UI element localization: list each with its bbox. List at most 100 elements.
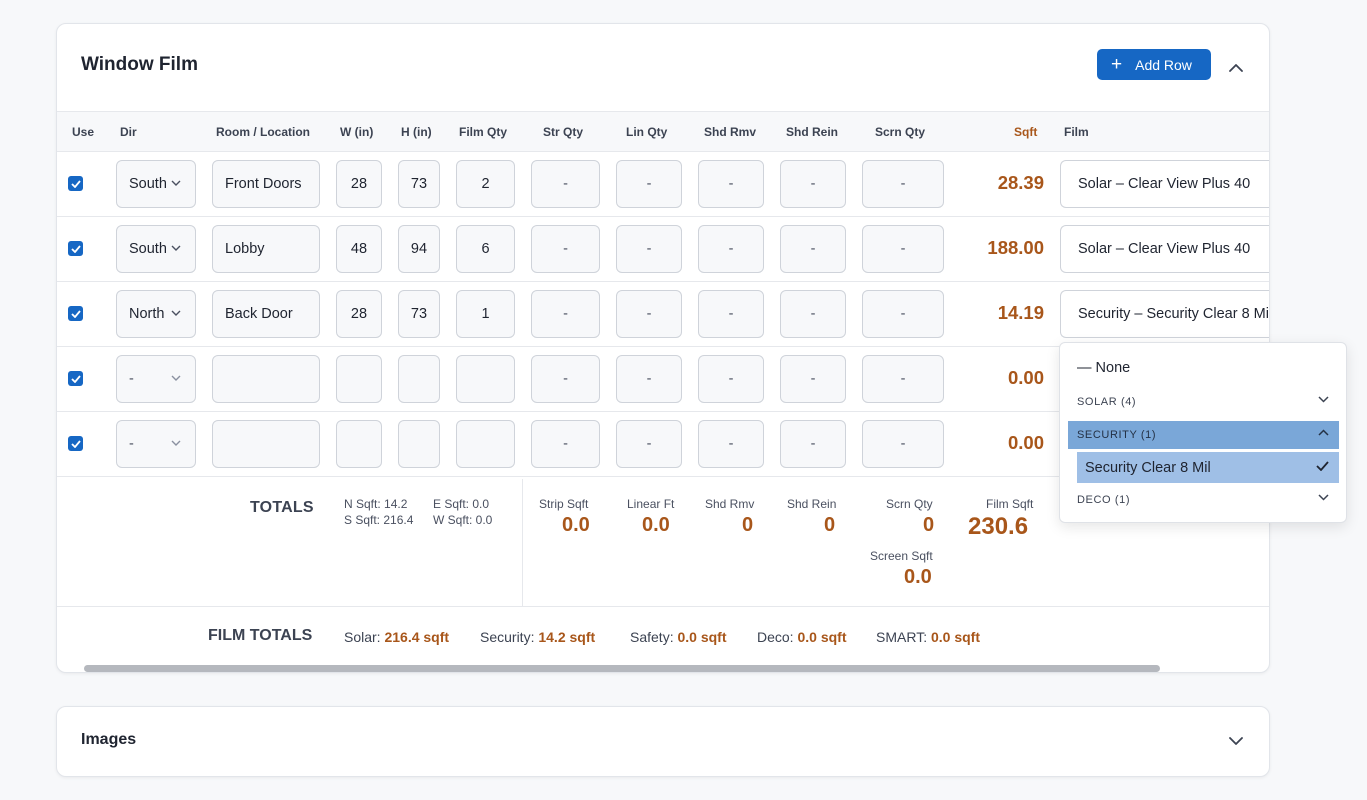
film-totals-section: FILM TOTALS Solar: 216.4 sqft Security: … <box>57 608 1269 668</box>
lin-qty-input[interactable]: - <box>616 160 682 208</box>
use-checkbox[interactable] <box>68 306 83 321</box>
room-input[interactable]: Lobby <box>212 225 320 273</box>
horizontal-scrollbar[interactable] <box>84 665 1160 672</box>
film-qty-input[interactable]: 2 <box>456 160 515 208</box>
film-qty-input[interactable]: 1 <box>456 290 515 338</box>
scrn-qty-input[interactable]: - <box>862 225 944 273</box>
film-qty-input[interactable]: 6 <box>456 225 515 273</box>
smart-total-label: SMART: <box>876 629 928 645</box>
dropdown-group-solar[interactable]: SOLAR (4) <box>1068 388 1339 416</box>
col-header-str-qty: Str Qty <box>543 125 584 139</box>
collapse-window-film-button[interactable] <box>1226 57 1246 77</box>
use-checkbox[interactable] <box>68 436 83 451</box>
lin-qty-input[interactable]: - <box>616 225 682 273</box>
check-icon <box>70 439 81 448</box>
use-checkbox[interactable] <box>68 371 83 386</box>
shd-rein-input[interactable]: - <box>780 225 846 273</box>
col-header-sqft: Sqft <box>1014 125 1038 139</box>
add-row-button[interactable]: + Add Row <box>1097 49 1211 80</box>
height-input[interactable]: 94 <box>398 225 440 273</box>
str-qty-input[interactable]: - <box>531 355 600 403</box>
dir-select[interactable]: - <box>116 420 196 468</box>
height-input[interactable]: 73 <box>398 290 440 338</box>
str-qty-input[interactable]: - <box>531 225 600 273</box>
shd-rein-input[interactable]: - <box>780 420 846 468</box>
shd-rein-input[interactable]: - <box>780 160 846 208</box>
room-input[interactable] <box>212 420 320 468</box>
col-header-room: Room / Location <box>216 125 310 139</box>
dropdown-group-security[interactable]: SECURITY (1) <box>1068 421 1339 449</box>
scrn-qty-input[interactable]: - <box>862 420 944 468</box>
dir-select[interactable]: North <box>116 290 196 338</box>
width-input[interactable] <box>336 420 382 468</box>
totals-title: TOTALS <box>250 499 314 516</box>
chevron-up-icon <box>1318 429 1329 436</box>
lin-qty-input[interactable]: - <box>616 355 682 403</box>
deco-total-label: Deco: <box>757 629 794 645</box>
shd-rein-input[interactable]: - <box>780 290 846 338</box>
strip-sqft-value: 0.0 <box>562 514 590 536</box>
table-row: South Lobby 48 94 6 - - - - - 188.00 Sol… <box>57 217 1269 282</box>
row-sqft: 0.00 <box>1007 432 1044 453</box>
room-input[interactable]: Back Door <box>212 290 320 338</box>
chevron-down-icon <box>171 375 181 381</box>
scrn-qty-input[interactable]: - <box>862 355 944 403</box>
col-header-shd-rein: Shd Rein <box>786 125 839 139</box>
row-sqft: 0.00 <box>1007 367 1044 388</box>
shd-rein-input[interactable]: - <box>780 355 846 403</box>
shd-rmv-total-label: Shd Rmv <box>705 497 755 511</box>
dir-select[interactable]: South <box>116 160 196 208</box>
shd-rmv-input[interactable]: - <box>698 355 764 403</box>
safety-total: Safety: 0.0 sqft <box>630 629 727 645</box>
film-qty-input[interactable] <box>456 420 515 468</box>
height-input[interactable] <box>398 355 440 403</box>
lin-qty-input[interactable]: - <box>616 290 682 338</box>
chevron-down-icon <box>171 245 181 251</box>
scrn-qty-input[interactable]: - <box>862 290 944 338</box>
shd-rmv-input[interactable]: - <box>698 420 764 468</box>
dropdown-option-security-clear-8-mil[interactable]: Security Clear 8 Mil <box>1077 452 1339 483</box>
film-select[interactable]: Solar – Clear View Plus 40 <box>1060 225 1269 273</box>
check-icon <box>1316 461 1329 471</box>
height-input[interactable] <box>398 420 440 468</box>
dropdown-group-deco[interactable]: DECO (1) <box>1068 486 1339 514</box>
film-totals-title: FILM TOTALS <box>208 627 313 644</box>
table-row: North Back Door 28 73 1 - - - - - 14.19 … <box>57 282 1269 347</box>
room-input[interactable]: Front Doors <box>212 160 320 208</box>
film-qty-input[interactable] <box>456 355 515 403</box>
width-input[interactable]: 48 <box>336 225 382 273</box>
str-qty-input[interactable]: - <box>531 290 600 338</box>
scrn-qty-total-label: Scrn Qty <box>886 497 933 511</box>
smart-total-value: 0.0 sqft <box>930 629 980 645</box>
str-qty-input[interactable]: - <box>531 160 600 208</box>
scrn-qty-input[interactable]: - <box>862 160 944 208</box>
dir-select[interactable]: South <box>116 225 196 273</box>
col-header-scrn-qty: Scrn Qty <box>875 125 926 139</box>
shd-rmv-input[interactable]: - <box>698 160 764 208</box>
col-header-shd-rmv: Shd Rmv <box>704 125 757 139</box>
width-input[interactable]: 28 <box>336 160 382 208</box>
film-select[interactable]: Solar – Clear View Plus 40 <box>1060 160 1269 208</box>
dir-select[interactable]: - <box>116 355 196 403</box>
linear-ft-label: Linear Ft <box>627 497 675 511</box>
dropdown-group-label: SOLAR (4) <box>1077 396 1137 408</box>
col-header-use: Use <box>72 125 95 139</box>
linear-ft-value: 0.0 <box>642 514 670 536</box>
shd-rmv-input[interactable]: - <box>698 225 764 273</box>
dropdown-option-none[interactable]: — None <box>1077 360 1130 376</box>
str-qty-input[interactable]: - <box>531 420 600 468</box>
room-input[interactable] <box>212 355 320 403</box>
lin-qty-input[interactable]: - <box>616 420 682 468</box>
use-checkbox[interactable] <box>68 176 83 191</box>
window-film-title: Window Film <box>81 54 198 75</box>
film-select[interactable]: Security – Security Clear 8 Mil <box>1060 290 1269 338</box>
plus-icon: + <box>1111 54 1123 75</box>
width-input[interactable] <box>336 355 382 403</box>
shd-rmv-input[interactable]: - <box>698 290 764 338</box>
use-checkbox[interactable] <box>68 241 83 256</box>
expand-images-button[interactable] <box>1226 731 1246 751</box>
height-input[interactable]: 73 <box>398 160 440 208</box>
strip-sqft-label: Strip Sqft <box>539 497 589 511</box>
images-title: Images <box>81 731 137 748</box>
width-input[interactable]: 28 <box>336 290 382 338</box>
